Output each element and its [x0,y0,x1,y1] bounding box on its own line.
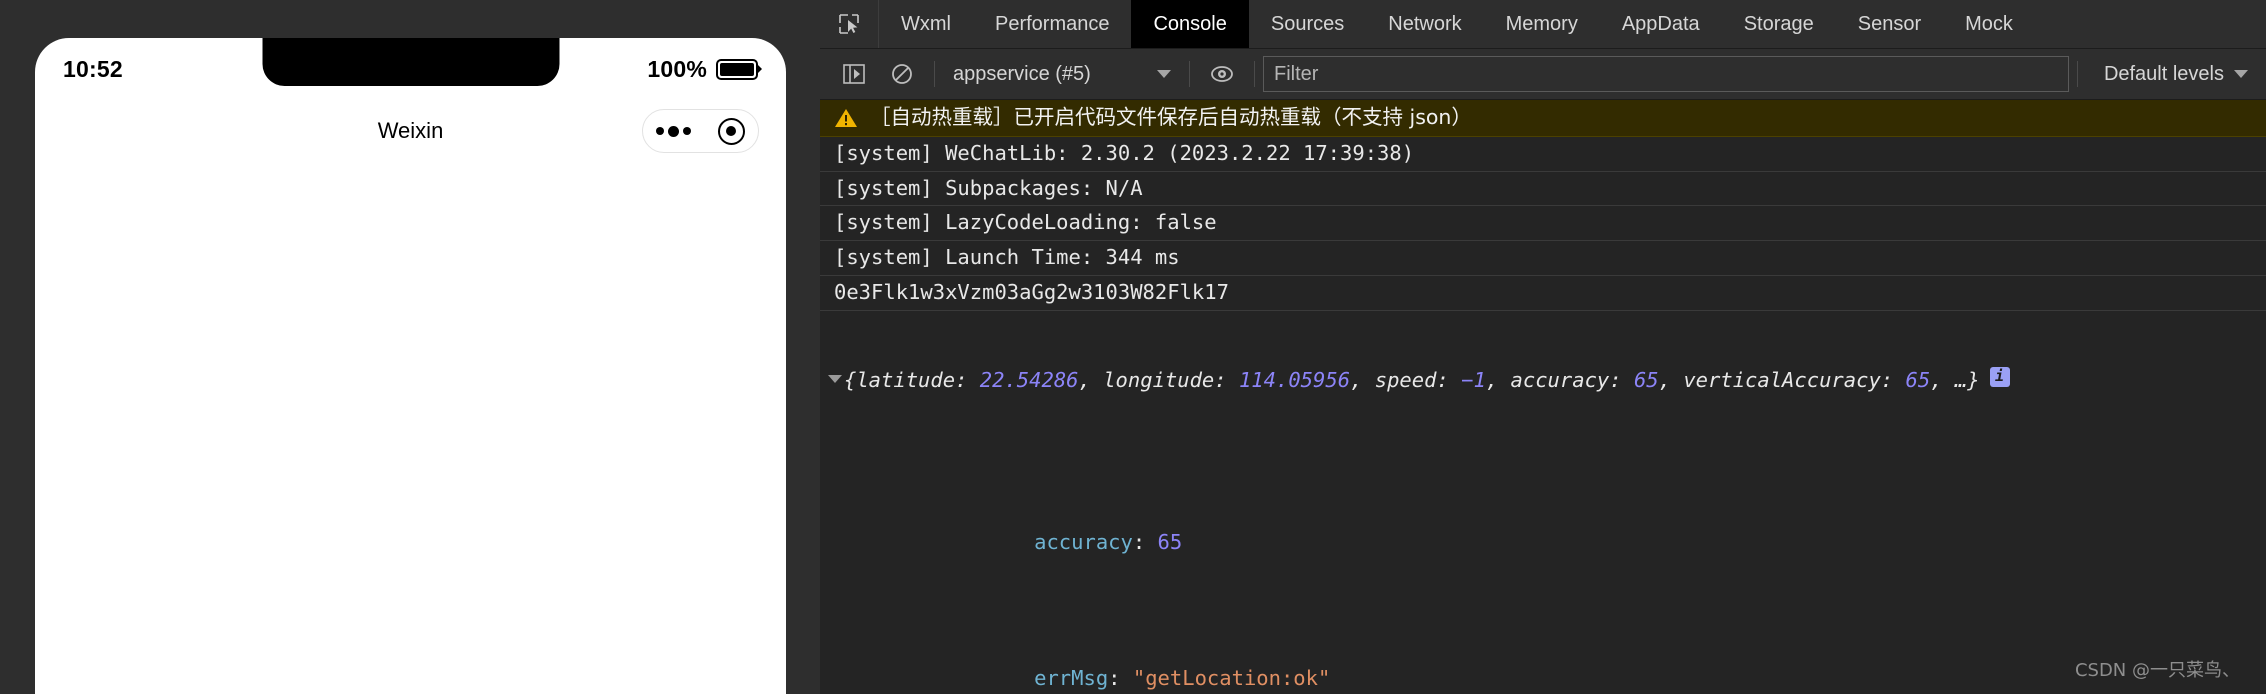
property-key: accuracy [1034,529,1133,554]
log-levels-selector[interactable]: Default levels [2086,49,2266,99]
console-object-row[interactable]: {latitude: 22.54286, longitude: 114.0595… [820,311,2266,694]
chevron-down-icon [1157,70,1171,78]
app-root: 10:52 100% Weixin Wxml Performance Conso… [0,0,2266,694]
chevron-down-icon [2234,70,2248,78]
phone-navigation-bar: Weixin [35,100,786,162]
object-property-row[interactable]: errMsg: "getLocation:ok" [820,636,2266,694]
object-properties: accuracy: 65 errMsg: "getLocation:ok" ho… [820,448,2266,694]
capsule-button[interactable] [642,109,759,153]
toolbar-divider-1 [934,61,935,87]
console-log-row[interactable]: [system] Launch Time: 344 ms [820,241,2266,277]
battery-full-icon [716,58,762,80]
object-property-row[interactable]: accuracy: 65 [820,500,2266,585]
toolbar-divider-2 [1189,61,1190,87]
tab-mock[interactable]: Mock [1943,0,2035,48]
phone-frame: 10:52 100% Weixin [35,38,786,694]
status-bar-right: 100% [647,55,762,83]
toolbar-divider-3 [1254,61,1255,87]
property-key: errMsg [1034,666,1109,691]
toolbar-divider-4 [2076,61,2078,87]
tab-sources[interactable]: Sources [1249,0,1366,48]
status-bar-time: 10:52 [63,55,123,82]
tab-sensor[interactable]: Sensor [1836,0,1943,48]
console-toolbar: appservice (#5) Default levels [820,49,2266,100]
devtools-panel: Wxml Performance Console Sources Network… [820,0,2266,694]
property-value: "getLocation:ok" [1132,666,1331,691]
status-bar: 10:52 100% [35,38,786,100]
clear-console-icon[interactable] [878,49,926,99]
log-levels-label: Default levels [2103,62,2224,85]
more-dots-icon[interactable] [656,125,692,137]
property-value: 65 [1157,529,1183,554]
console-warning-row[interactable]: ［自动热重载］已开启代码文件保存后自动热重载（不支持 json） [820,100,2266,137]
battery-percent-label: 100% [647,55,707,82]
console-log-row[interactable]: [system] Subpackages: N/A [820,172,2266,207]
context-selector[interactable]: appservice (#5) [943,57,1181,91]
triangle-down-icon[interactable] [828,374,842,383]
context-selector-label: appservice (#5) [953,62,1091,85]
console-output[interactable]: ［自动热重载］已开启代码文件保存后自动热重载（不支持 json） [system… [820,100,2266,694]
filter-input[interactable] [1263,56,2069,92]
console-log-row[interactable]: 0e3Flk1w3xVzm03aGg2w3103W82Flk17 [820,276,2266,311]
console-log-row[interactable]: [system] LazyCodeLoading: false [820,206,2266,242]
tab-storage[interactable]: Storage [1722,0,1836,48]
console-sidebar-icon[interactable] [830,49,878,99]
tab-network[interactable]: Network [1366,0,1483,48]
page-title: Weixin [377,118,444,143]
tab-appdata[interactable]: AppData [1600,0,1722,48]
object-preview-text: {latitude: 22.54286, longitude: 114.0595… [844,367,1980,392]
tab-performance[interactable]: Performance [973,0,1132,48]
tab-memory[interactable]: Memory [1484,0,1600,48]
info-badge-icon[interactable]: i [1989,366,2010,387]
console-log-row[interactable]: [system] WeChatLib: 2.30.2 (2023.2.22 17… [820,137,2266,172]
warning-triangle-icon [834,107,858,129]
inspect-element-icon[interactable] [820,0,879,48]
object-preview-line[interactable]: {latitude: 22.54286, longitude: 114.0595… [820,363,2266,397]
live-expression-eye-icon[interactable] [1198,49,1246,99]
devtools-tabbar: Wxml Performance Console Sources Network… [820,0,2266,49]
console-warning-text: ［自动热重载］已开启代码文件保存后自动热重载（不支持 json） [870,105,1472,129]
target-circle-icon[interactable] [717,117,745,145]
tab-console[interactable]: Console [1131,0,1249,48]
simulator-pane: 10:52 100% Weixin [0,0,820,694]
tab-wxml[interactable]: Wxml [879,0,973,48]
